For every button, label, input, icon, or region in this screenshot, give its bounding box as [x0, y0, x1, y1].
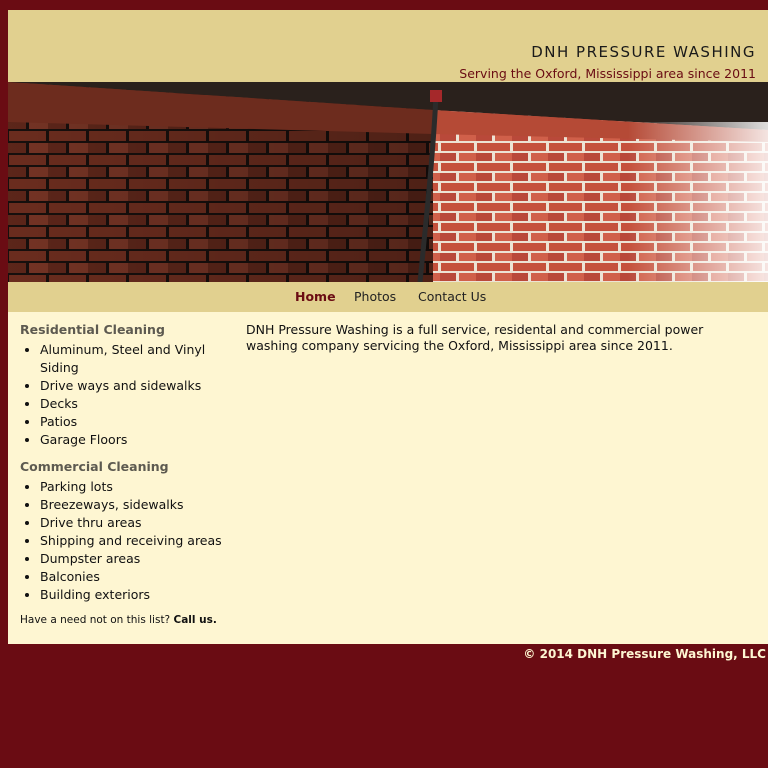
list-item: Dumpster areas [40, 550, 230, 568]
page-container: DNH PRESSURE WASHING Serving the Oxford,… [8, 10, 768, 768]
list-item: Balconies [40, 568, 230, 586]
site-header: DNH PRESSURE WASHING Serving the Oxford,… [8, 10, 768, 82]
list-item: Breezeways, sidewalks [40, 496, 230, 514]
residential-heading: Residential Cleaning [20, 322, 165, 337]
list-item: Drive ways and sidewalks [40, 377, 230, 395]
need-note: Have a need not on this list? Call us. [20, 614, 230, 626]
list-item: Parking lots [40, 478, 230, 496]
intro-text: DNH Pressure Washing is a full service, … [246, 322, 704, 353]
list-item: Aluminum, Steel and Vinyl Siding [40, 341, 230, 377]
list-item: Patios [40, 413, 230, 431]
list-item: Garage Floors [40, 431, 230, 449]
brick-wall-photo-icon [8, 82, 768, 282]
content-area: Residential Cleaning Aluminum, Steel and… [8, 312, 768, 644]
banner-image [8, 82, 768, 282]
nav-home[interactable]: Home [295, 289, 336, 304]
nav-photos[interactable]: Photos [354, 289, 396, 304]
commercial-list: Parking lots Breezeways, sidewalks Drive… [20, 478, 230, 604]
list-item: Decks [40, 395, 230, 413]
list-item: Building exteriors [40, 586, 230, 604]
services-sidebar: Residential Cleaning Aluminum, Steel and… [20, 321, 230, 626]
site-title: DNH PRESSURE WASHING [531, 43, 756, 61]
footer-copyright: © 2014 DNH Pressure Washing, LLC [523, 647, 766, 661]
nav-contact-us[interactable]: Contact Us [418, 289, 486, 304]
site-tagline: Serving the Oxford, Mississippi area sin… [459, 66, 756, 81]
residential-list: Aluminum, Steel and Vinyl Siding Drive w… [20, 341, 230, 449]
need-note-text: Have a need not on this list? [20, 614, 171, 626]
commercial-heading: Commercial Cleaning [20, 459, 169, 474]
list-item: Drive thru areas [40, 514, 230, 532]
main-nav: Home Photos Contact Us [8, 282, 768, 312]
call-us-link[interactable]: Call us. [173, 614, 216, 626]
list-item: Shipping and receiving areas [40, 532, 230, 550]
